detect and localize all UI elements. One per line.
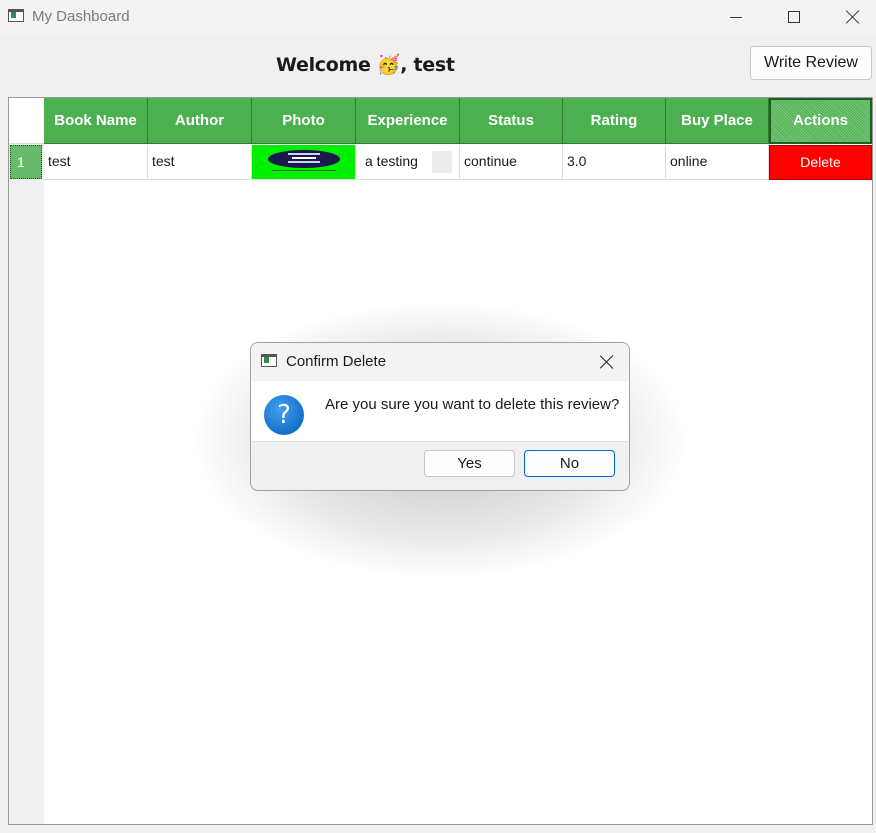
write-review-button[interactable]: Write Review xyxy=(750,46,872,80)
cell-status[interactable]: continue xyxy=(460,145,563,180)
window-title: My Dashboard xyxy=(32,8,130,25)
maximize-icon xyxy=(788,11,800,23)
cell-author[interactable]: test xyxy=(148,145,252,180)
cell-photo[interactable] xyxy=(252,145,356,180)
experience-scrollbar[interactable] xyxy=(432,151,452,173)
title-bar: My Dashboard xyxy=(0,0,876,34)
dialog-app-icon xyxy=(261,354,277,367)
column-header-experience[interactable]: Experience xyxy=(356,98,460,144)
yes-button[interactable]: Yes xyxy=(424,450,515,477)
delete-button[interactable]: Delete xyxy=(769,145,872,180)
column-header-buy-place[interactable]: Buy Place xyxy=(666,98,769,144)
column-header-rating[interactable]: Rating xyxy=(563,98,666,144)
cell-experience[interactable]: a testing xyxy=(356,145,460,180)
cell-buy-place[interactable]: online xyxy=(666,145,769,180)
table-corner-button[interactable] xyxy=(9,98,44,144)
welcome-prefix: Welcome xyxy=(276,54,371,76)
close-window-button[interactable] xyxy=(830,0,876,34)
cell-rating[interactable]: 3.0 xyxy=(563,145,666,180)
confirm-delete-dialog: Confirm Delete ? Are you sure you want t… xyxy=(250,342,630,491)
minimize-button[interactable] xyxy=(713,0,759,34)
column-header-actions[interactable]: Actions xyxy=(769,98,872,144)
maximize-button[interactable] xyxy=(771,0,817,34)
column-header-status[interactable]: Status xyxy=(460,98,563,144)
no-button[interactable]: No xyxy=(524,450,615,477)
welcome-username: , test xyxy=(400,54,455,76)
column-header-author[interactable]: Author xyxy=(148,98,252,144)
row-header-column xyxy=(9,98,44,824)
question-icon: ? xyxy=(264,395,304,435)
column-header-book-name[interactable]: Book Name xyxy=(44,98,148,144)
party-emoji-icon: 🥳 xyxy=(376,54,401,76)
book-cover-thumbnail xyxy=(268,150,340,171)
minimize-icon xyxy=(730,16,742,18)
close-icon xyxy=(846,10,860,24)
welcome-heading: Welcome 🥳, test xyxy=(276,53,455,76)
dialog-message: Are you sure you want to delete this rev… xyxy=(325,396,620,413)
row-header-1[interactable]: 1 xyxy=(10,145,42,179)
app-window-icon xyxy=(8,9,24,22)
dialog-title: Confirm Delete xyxy=(286,353,387,370)
cell-book-name[interactable]: test xyxy=(44,145,148,180)
dialog-title-bar: Confirm Delete xyxy=(251,343,629,381)
experience-text: a testing xyxy=(365,153,418,169)
dialog-close-icon[interactable] xyxy=(599,354,615,370)
dialog-body: ? Are you sure you want to delete this r… xyxy=(251,381,629,442)
column-header-photo[interactable]: Photo xyxy=(252,98,356,144)
